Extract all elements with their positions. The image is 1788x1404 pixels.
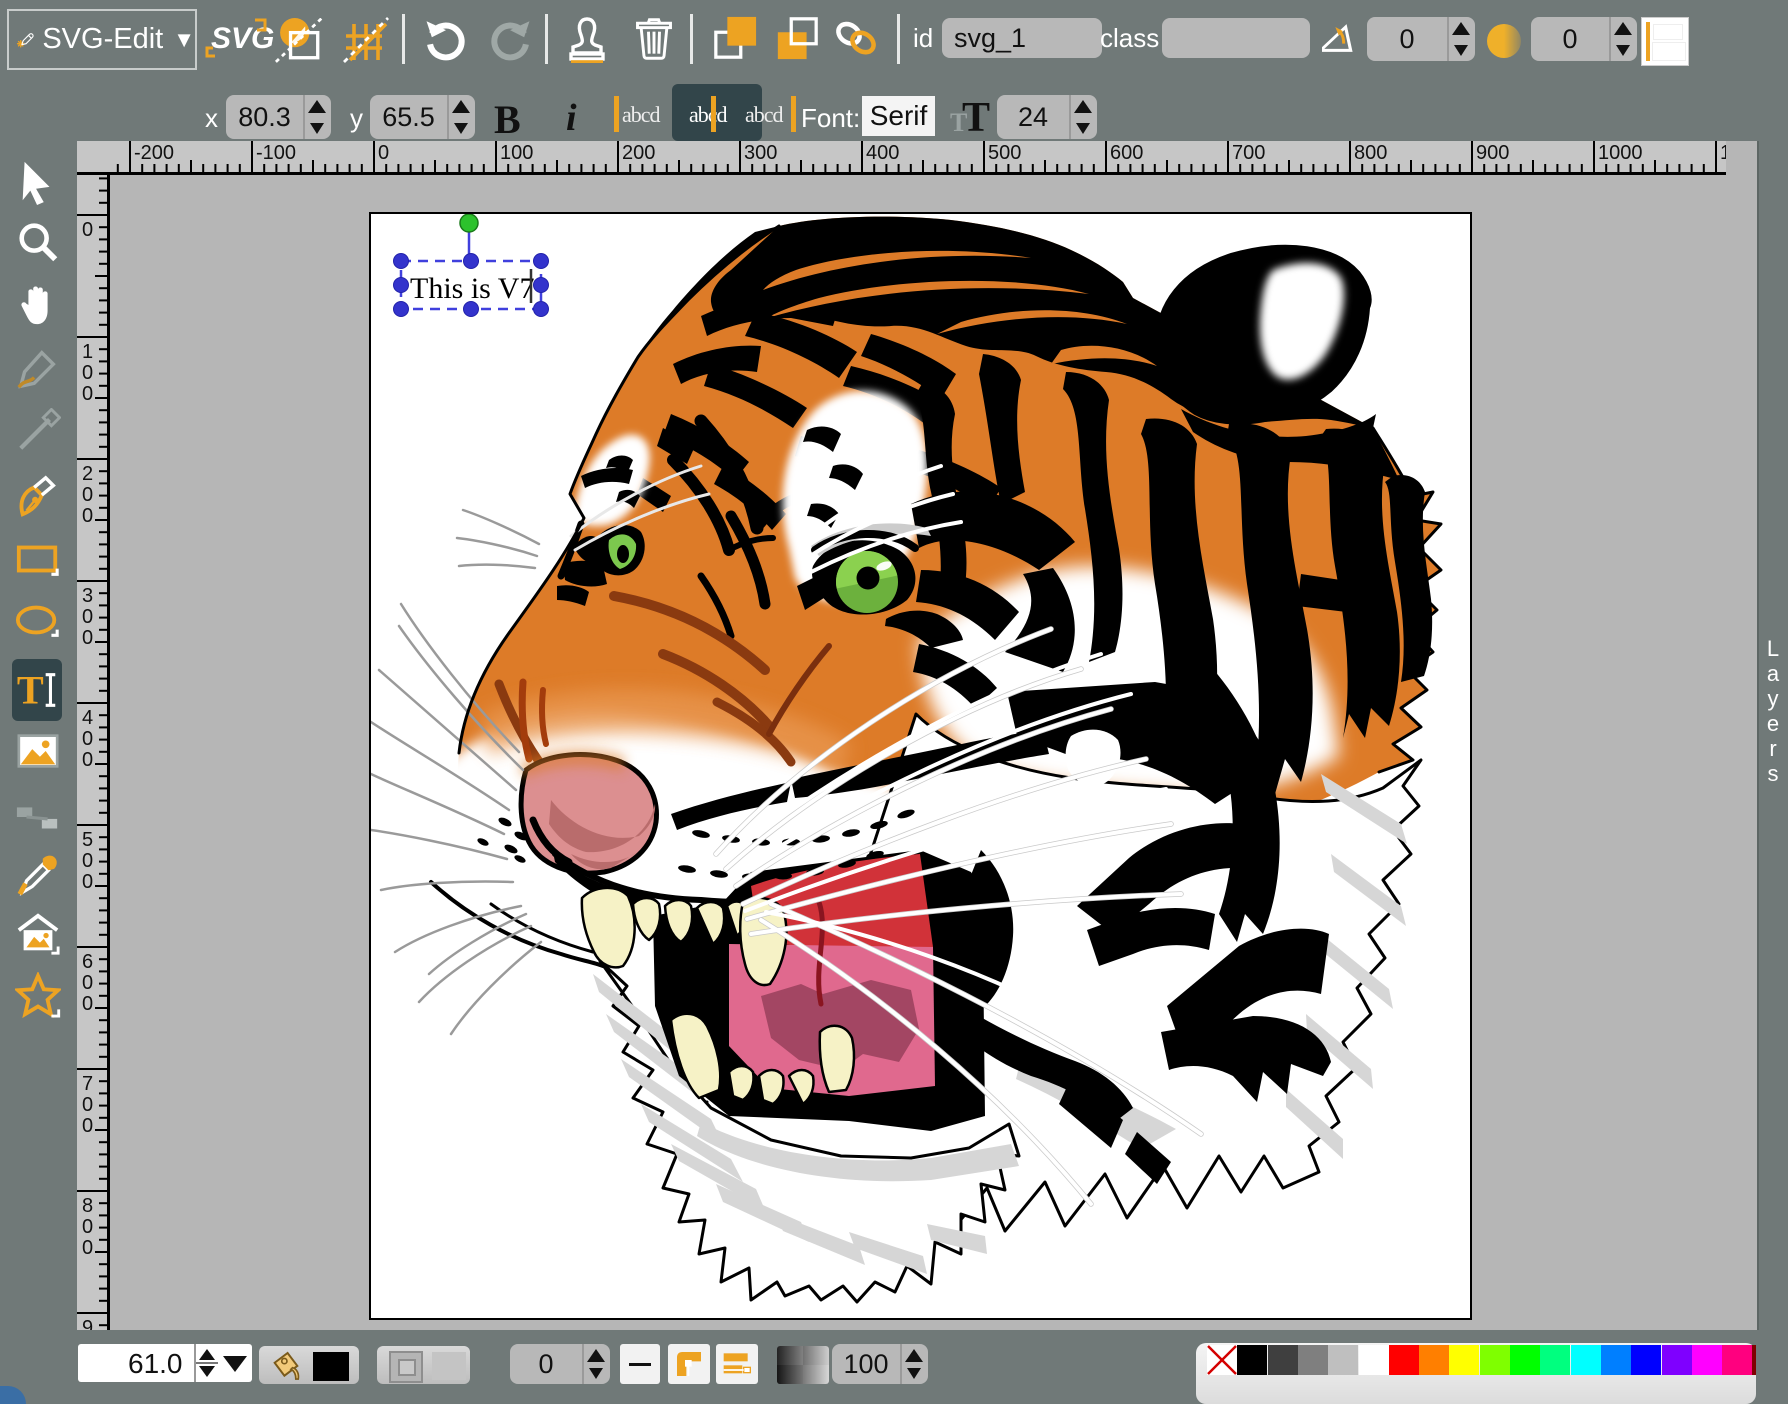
- svg-text:0: 0: [82, 606, 93, 628]
- svg-text:0: 0: [82, 993, 93, 1015]
- svg-text:1: 1: [82, 341, 93, 363]
- svg-text:600: 600: [1110, 142, 1143, 164]
- svg-text:-100: -100: [256, 142, 296, 164]
- svg-text:700: 700: [1232, 142, 1265, 164]
- svg-text:8: 8: [82, 1195, 93, 1217]
- svg-text:4: 4: [82, 707, 93, 729]
- svg-text:0: 0: [82, 1216, 93, 1238]
- svg-text:500: 500: [988, 142, 1021, 164]
- svg-text:0: 0: [82, 505, 93, 527]
- svg-text:200: 200: [622, 142, 655, 164]
- svg-text:0: 0: [82, 749, 93, 771]
- svg-text:-200: -200: [134, 142, 174, 164]
- svg-text:0: 0: [82, 1094, 93, 1116]
- svg-text:0: 0: [82, 1115, 93, 1137]
- svg-text:0: 0: [82, 972, 93, 994]
- svg-text:800: 800: [1354, 142, 1387, 164]
- svg-text:2: 2: [82, 463, 93, 485]
- svg-text:3: 3: [82, 585, 93, 607]
- svg-text:0: 0: [82, 627, 93, 649]
- svg-text:100: 100: [500, 142, 533, 164]
- svg-text:900: 900: [1476, 142, 1509, 164]
- svg-text:7: 7: [82, 1073, 93, 1095]
- svg-text:5: 5: [82, 829, 93, 851]
- svg-text:0: 0: [82, 219, 93, 241]
- svg-text:400: 400: [866, 142, 899, 164]
- svg-text:1000: 1000: [1598, 142, 1643, 164]
- svg-text:0: 0: [82, 383, 93, 405]
- svg-text:0: 0: [82, 871, 93, 893]
- svg-text:9: 9: [82, 1317, 93, 1330]
- svg-text:0: 0: [82, 1237, 93, 1259]
- svg-text:6: 6: [82, 951, 93, 973]
- svg-text:1100: 1100: [1720, 142, 1726, 164]
- svg-text:This is V7: This is V7: [410, 272, 534, 305]
- svg-text:300: 300: [744, 142, 777, 164]
- svg-text:0: 0: [82, 362, 93, 384]
- svg-text:T: T: [17, 667, 44, 712]
- svg-text:0: 0: [378, 142, 389, 164]
- svg-text:0: 0: [82, 484, 93, 506]
- svg-text:0: 0: [82, 728, 93, 750]
- svg-text:0: 0: [82, 850, 93, 872]
